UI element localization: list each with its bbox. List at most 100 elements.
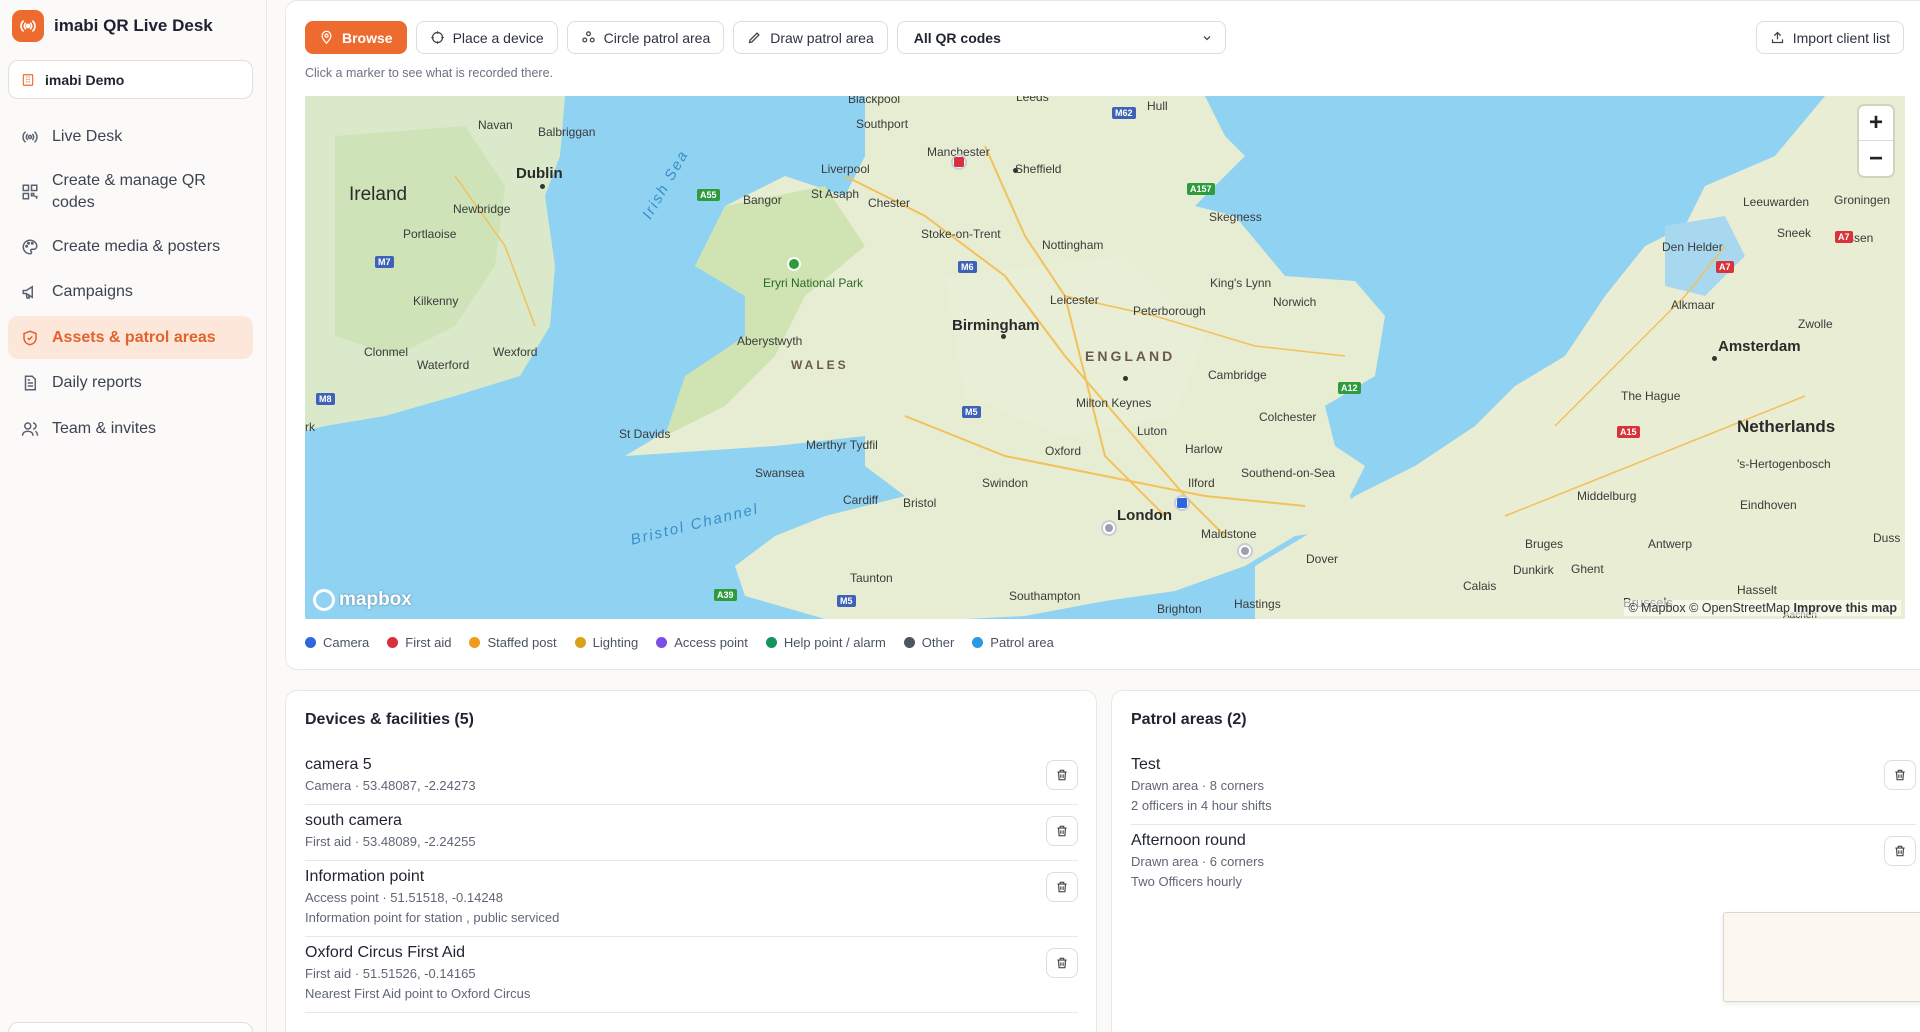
label-brighton: Brighton: [1157, 602, 1202, 616]
nav-item-qr-codes[interactable]: Create & manage QR codes: [8, 161, 253, 223]
road-shield: A157: [1187, 183, 1215, 195]
road-shield: A15: [1617, 426, 1640, 438]
list-item[interactable]: south camera First aid · 53.48089, -2.24…: [305, 805, 1078, 861]
label-st-asaph: St Asaph: [811, 187, 860, 201]
marker-camera[interactable]: [1174, 495, 1190, 511]
brand[interactable]: imabi QR Live Desk: [12, 10, 213, 42]
label-balbriggan: Balbriggan: [538, 125, 596, 139]
qr-code-icon: [21, 183, 39, 201]
legend-item: Help point / alarm: [765, 635, 886, 650]
label-middelburg: Middelburg: [1577, 489, 1637, 503]
nav-item-media[interactable]: Create media & posters: [8, 225, 253, 268]
import-client-list-button[interactable]: Import client list: [1755, 21, 1904, 54]
label-blackpool: Blackpool: [848, 96, 901, 106]
delete-button[interactable]: [1884, 836, 1916, 866]
legend-dot: [972, 637, 984, 648]
label-kilkenny: Kilkenny: [413, 294, 459, 308]
label-bruges: Bruges: [1525, 537, 1564, 551]
label-peterborough: Peterborough: [1133, 304, 1206, 318]
label-harlow: Harlow: [1185, 442, 1223, 456]
sidebar-footer-card[interactable]: [8, 1022, 253, 1032]
road-shield: A7: [1716, 261, 1734, 273]
label-southend: Southend-on-Sea: [1241, 466, 1336, 480]
label-navan: Navan: [478, 118, 513, 132]
city-dot: [1123, 376, 1128, 381]
nav-label: Assets & patrol areas: [52, 328, 216, 346]
sidebar-nav: Live Desk Create & manage QR codes Creat…: [8, 115, 253, 453]
label-hasselt: Hasselt: [1737, 583, 1778, 597]
label-hull: Hull: [1147, 99, 1168, 113]
attribution-text[interactable]: © Mapbox © OpenStreetMap: [1628, 601, 1790, 615]
delete-button[interactable]: [1884, 760, 1916, 790]
label-birmingham: Birmingham: [952, 317, 1040, 334]
label-leeds: Leeds: [1016, 96, 1049, 104]
nav-item-live-desk[interactable]: Live Desk: [8, 115, 253, 158]
device-note: Information point for station , public s…: [305, 910, 560, 925]
legend-dot: [305, 637, 316, 648]
nav-label: Create & manage QR codes: [52, 171, 206, 211]
megaphone-icon: [21, 283, 39, 301]
org-switcher[interactable]: imabi Demo: [8, 60, 253, 99]
circle-patrol-button[interactable]: Circle patrol area: [566, 21, 725, 54]
nav-item-team[interactable]: Team & invites: [8, 408, 253, 451]
nav-label: Campaigns: [52, 283, 133, 301]
label-wales: WALES: [791, 358, 849, 372]
marker-other[interactable]: [1101, 520, 1117, 536]
legend-dot: [903, 637, 915, 648]
label-clonmel: Clonmel: [364, 345, 409, 359]
delete-button[interactable]: [1046, 816, 1078, 846]
list-item[interactable]: Information point Access point · 51.5151…: [305, 861, 1078, 937]
list-item[interactable]: Test Drawn area · 8 corners 2 officers i…: [1131, 749, 1916, 825]
label-bangor: Bangor: [743, 193, 782, 207]
label-england: ENGLAND: [1085, 348, 1176, 364]
nav-item-assets[interactable]: Assets & patrol areas: [8, 316, 253, 360]
palette-icon: [21, 238, 39, 256]
patrols-title: Patrol areas (2): [1131, 711, 1247, 728]
nav-item-campaigns[interactable]: Campaigns: [8, 271, 253, 314]
improve-map-link[interactable]: Improve this map: [1794, 601, 1898, 615]
city-dot: [540, 184, 545, 189]
qr-filter-select[interactable]: All QR codes: [896, 21, 1226, 54]
delete-button[interactable]: [1046, 872, 1078, 902]
list-item[interactable]: Afternoon round Drawn area · 6 corners T…: [1131, 825, 1916, 900]
toast-popup[interactable]: [1723, 912, 1920, 1002]
label-taunton: Taunton: [850, 571, 893, 585]
label-colchester: Colchester: [1259, 410, 1317, 424]
patrol-name: Afternoon round: [1131, 832, 1246, 849]
city-dot: [1712, 356, 1717, 361]
label-s-hertogenbosch: 's-Hertogenbosch: [1737, 457, 1831, 471]
zoom-in-button[interactable]: +: [1859, 106, 1893, 141]
draw-patrol-button[interactable]: Draw patrol area: [733, 21, 888, 54]
mapbox-logo[interactable]: mapbox: [313, 589, 412, 611]
marker-other[interactable]: [1237, 543, 1253, 559]
legend-dot: [574, 637, 586, 648]
list-item[interactable]: camera 5 Camera · 53.48087, -2.24273: [305, 749, 1078, 805]
map-canvas[interactable]: Ireland Netherlands ENGLAND WALES Irish …: [305, 96, 1905, 619]
label-antwerp: Antwerp: [1648, 537, 1693, 551]
label-dublin: Dublin: [516, 165, 563, 182]
delete-button[interactable]: [1046, 760, 1078, 790]
patrol-note: Two Officers hourly: [1131, 874, 1243, 889]
legend-item: Other: [903, 635, 954, 650]
shield-icon: [21, 329, 39, 347]
nav-item-reports[interactable]: Daily reports: [8, 362, 253, 405]
browse-button[interactable]: Browse: [305, 21, 407, 54]
label-calais: Calais: [1463, 579, 1497, 593]
document-icon: [21, 374, 39, 392]
legend-item: Patrol area: [972, 635, 1054, 650]
place-device-button[interactable]: Place a device: [415, 21, 558, 54]
delete-button[interactable]: [1046, 948, 1078, 978]
map-attribution: © Mapbox © OpenStreetMap Improve this ma…: [1624, 600, 1901, 616]
road-shield: M62: [1112, 107, 1136, 119]
zoom-out-button[interactable]: −: [1859, 141, 1893, 176]
label-sheffield: Sheffield: [1015, 162, 1062, 176]
org-name: imabi Demo: [45, 71, 125, 88]
marker-first-aid[interactable]: [951, 154, 967, 170]
label-stoke: Stoke-on-Trent: [921, 227, 1001, 241]
label-sneek: Sneek: [1777, 226, 1812, 240]
chevron-down-icon: [1203, 35, 1211, 40]
list-item[interactable]: Oxford Circus First Aid First aid · 51.5…: [305, 937, 1078, 1013]
nav-label: Live Desk: [52, 127, 123, 145]
app-name: imabi QR Live Desk: [54, 16, 213, 35]
legend-item: Access point: [656, 635, 748, 650]
